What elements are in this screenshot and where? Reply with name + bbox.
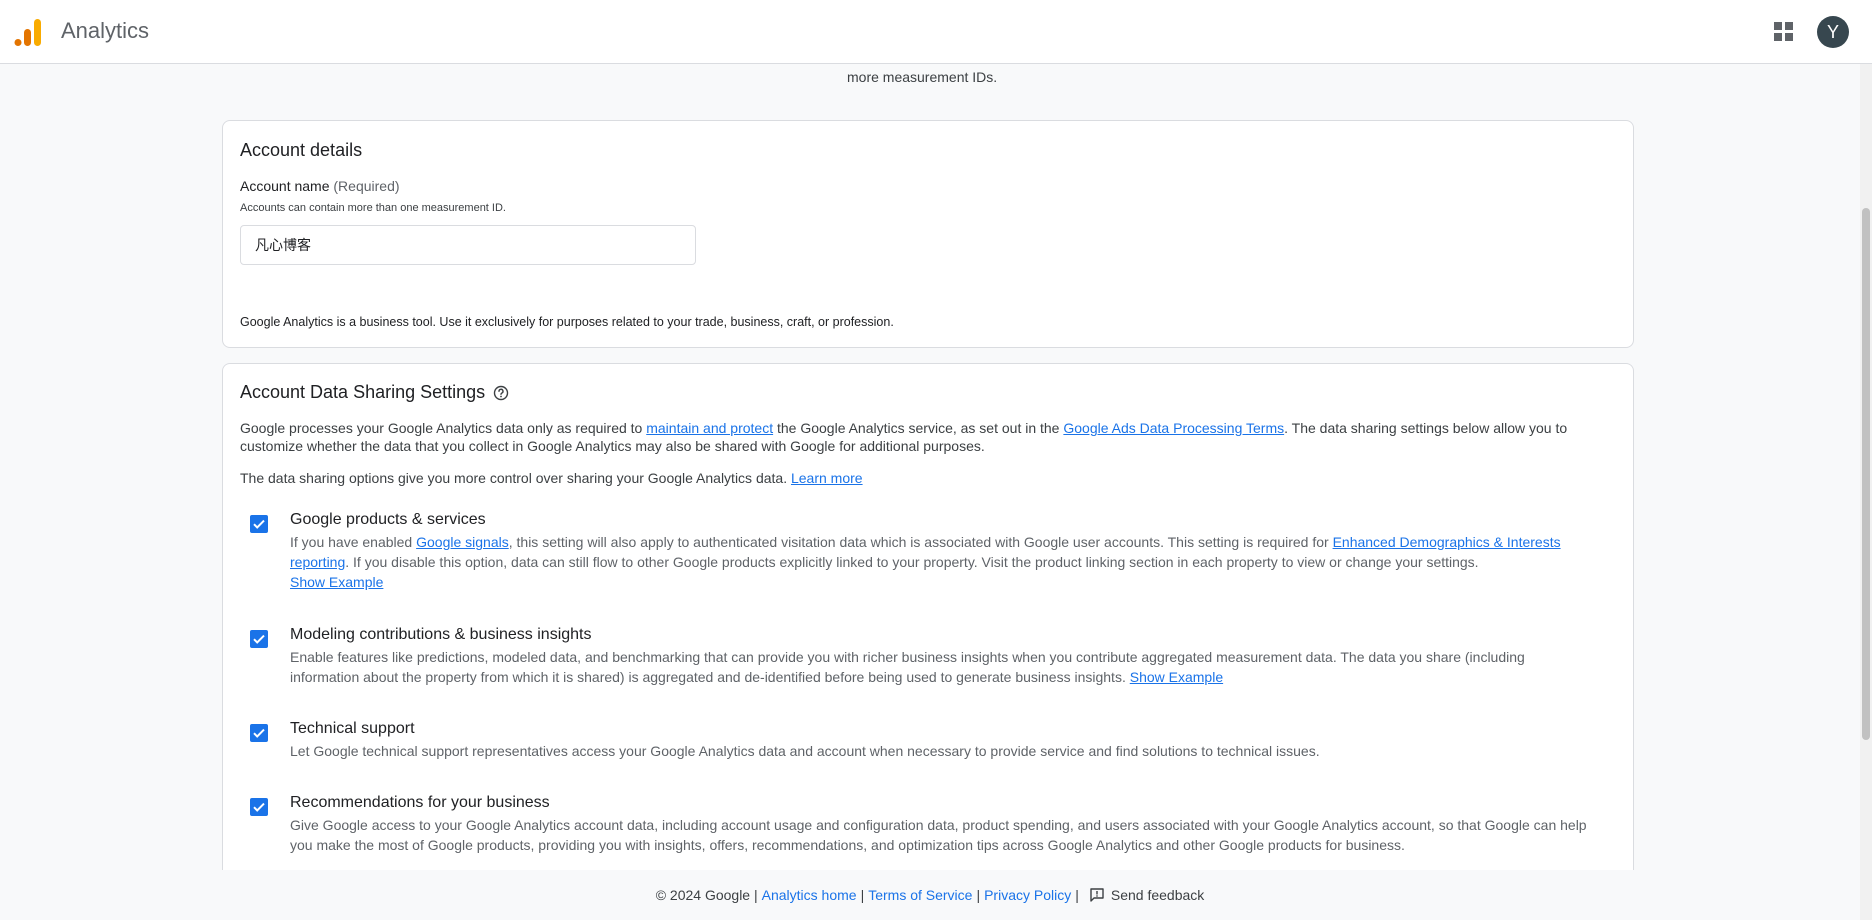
option-title: Technical support	[290, 720, 415, 737]
top-app-bar: Analytics Y	[0, 0, 1872, 64]
desc-text: Enable features like predictions, modele…	[290, 649, 1525, 685]
data-sharing-card: Account Data Sharing Settings Google pro…	[222, 363, 1634, 883]
technical-support-checkbox[interactable]	[250, 724, 268, 742]
option-description: Give Google access to your Google Analyt…	[290, 817, 1587, 853]
terms-of-service-link[interactable]: Terms of Service	[868, 887, 972, 903]
intro-text-1: Google processes your Google Analytics d…	[240, 420, 647, 436]
page-footer: © 2024 Google | Analytics home | Terms o…	[0, 870, 1860, 920]
recommendations-checkbox[interactable]	[250, 798, 268, 816]
account-details-card: Account details Account name (Required) …	[222, 120, 1634, 348]
option-title: Recommendations for your business	[290, 794, 550, 811]
analytics-home-link[interactable]: Analytics home	[762, 887, 857, 903]
copyright-text: © 2024 Google |	[655, 887, 758, 903]
top-hint-text: more measurement IDs.	[847, 69, 998, 85]
data-sharing-title: Account Data Sharing Settings	[240, 382, 509, 403]
ads-processing-terms-link[interactable]: Google Ads Data Processing Terms	[1063, 420, 1284, 436]
footer-separator: |	[860, 887, 865, 903]
option-description: Let Google technical support representat…	[290, 743, 1320, 759]
maintain-protect-link[interactable]: maintain and protect	[646, 420, 773, 436]
google-products-checkbox[interactable]	[250, 515, 268, 533]
check-icon	[253, 519, 265, 529]
required-indicator: (Required)	[333, 178, 400, 194]
send-feedback-label: Send feedback	[1110, 887, 1205, 903]
account-name-label: Account name (Required)	[240, 178, 400, 194]
account-name-label-text: Account name	[240, 178, 330, 194]
check-icon	[253, 728, 265, 738]
option-title: Modeling contributions & business insigh…	[290, 626, 592, 643]
business-tool-note: Google Analytics is a business tool. Use…	[240, 315, 894, 329]
feedback-icon	[1090, 888, 1104, 902]
google-signals-link[interactable]: Google signals	[416, 534, 509, 550]
sharing-control-text: The data sharing options give you more c…	[240, 469, 1610, 487]
desc-text: If you have enabled	[290, 534, 417, 550]
apps-grid-icon[interactable]	[1771, 19, 1797, 45]
option-description: If you have enabled Google signals, this…	[290, 532, 1590, 592]
modeling-contributions-checkbox[interactable]	[250, 630, 268, 648]
desc-text: , this setting will also apply to authen…	[508, 534, 1333, 550]
app-title: Analytics	[61, 18, 150, 43]
footer-separator: |	[1075, 887, 1079, 903]
check-icon	[253, 634, 265, 644]
option-description: Enable features like predictions, modele…	[290, 647, 1590, 687]
learn-more-link[interactable]: Learn more	[791, 470, 863, 486]
option-title: Google products & services	[290, 511, 486, 528]
desc-text: . If you disable this option, data can s…	[345, 554, 1479, 570]
privacy-policy-link[interactable]: Privacy Policy	[984, 887, 1071, 903]
analytics-logo-icon[interactable]	[14, 17, 42, 47]
control-text: The data sharing options give you more c…	[240, 470, 791, 486]
footer-separator: |	[976, 887, 981, 903]
intro-text-2: the Google Analytics service, as set out…	[773, 420, 1064, 436]
data-sharing-title-text: Account Data Sharing Settings	[240, 382, 486, 402]
check-icon	[253, 802, 265, 812]
show-example-link[interactable]: Show Example	[290, 574, 383, 590]
account-name-help: Accounts can contain more than one measu…	[240, 202, 506, 214]
show-example-link[interactable]: Show Example	[1130, 669, 1223, 685]
account-name-input[interactable]	[240, 225, 696, 265]
data-processing-intro: Google processes your Google Analytics d…	[240, 419, 1610, 455]
account-avatar[interactable]: Y	[1817, 16, 1849, 48]
account-details-title: Account details	[240, 140, 363, 160]
help-circle-icon[interactable]	[493, 385, 509, 401]
send-feedback-button[interactable]: Send feedback	[1089, 887, 1204, 903]
scrollbar-thumb[interactable]	[1862, 208, 1870, 740]
